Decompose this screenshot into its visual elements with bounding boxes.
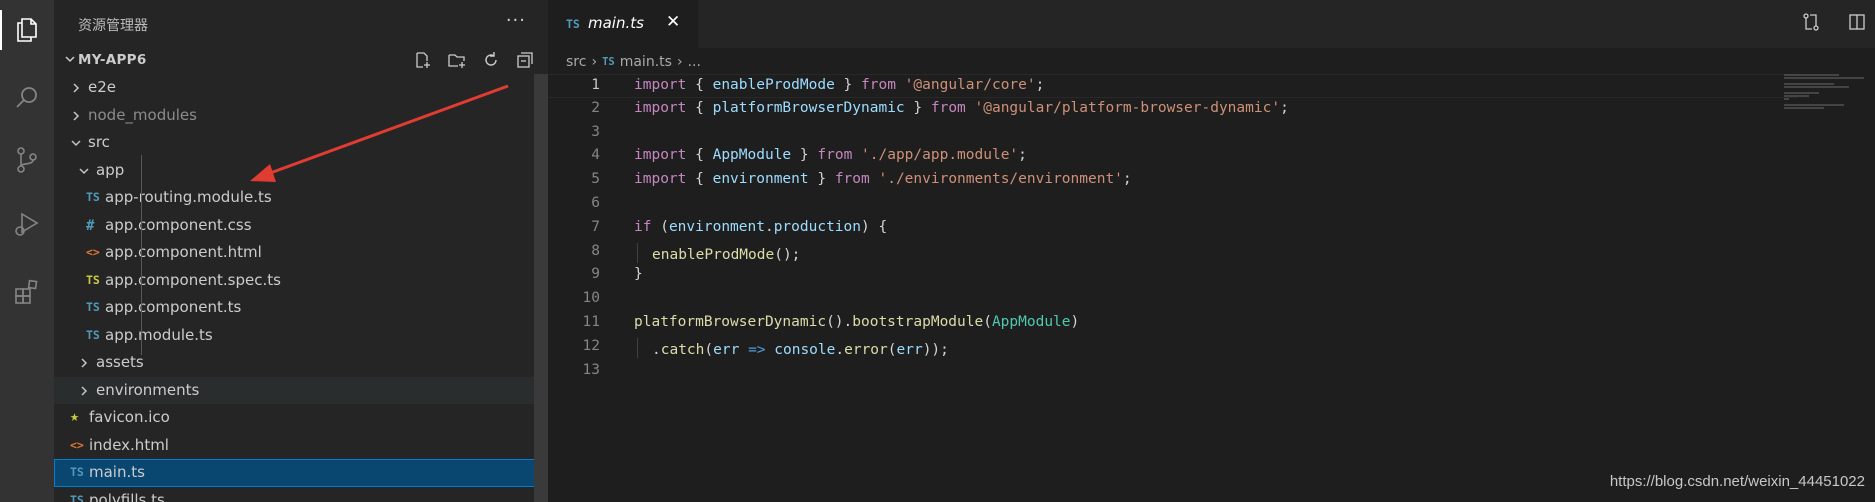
watermark: https://blog.csdn.net/weixin_44451022 — [1609, 473, 1865, 490]
annotation-arrow — [250, 84, 509, 182]
